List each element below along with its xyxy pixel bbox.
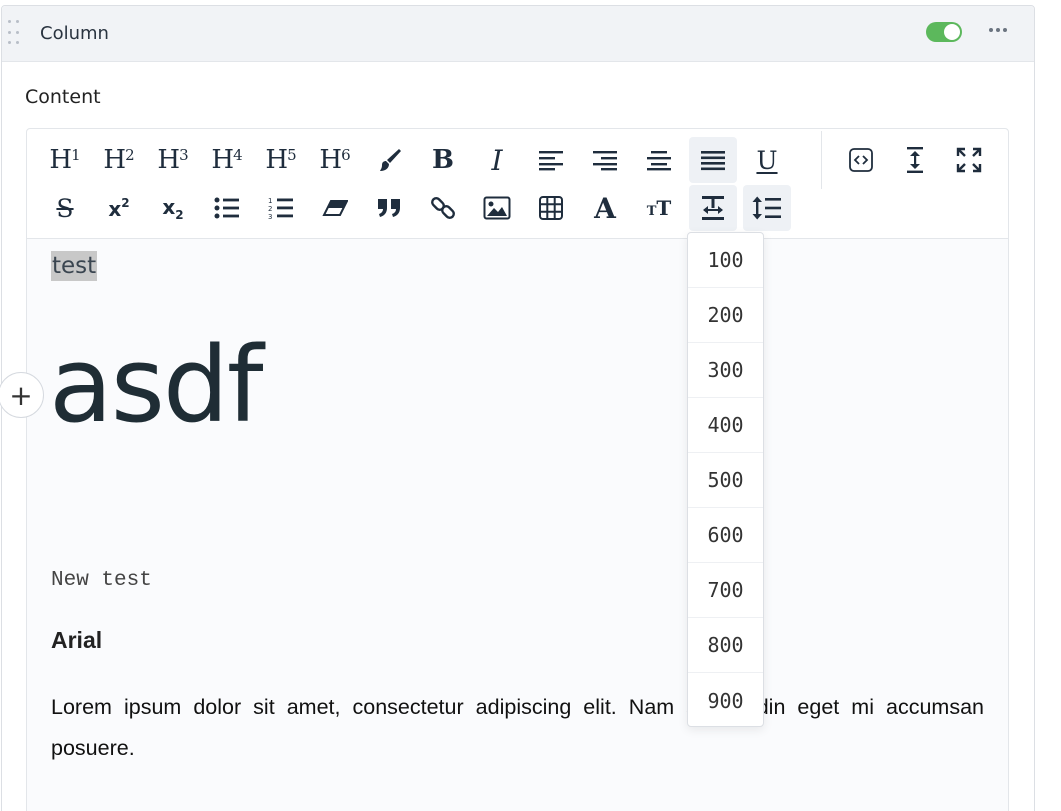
superscript-button[interactable]: x2 — [95, 185, 143, 231]
numbered-list-button[interactable]: 1 2 3 — [257, 185, 305, 231]
text-color-button[interactable] — [365, 137, 413, 183]
svg-text:2: 2 — [268, 205, 272, 213]
font-weight-icon — [702, 196, 724, 220]
superscript-icon: x2 — [108, 195, 130, 221]
font-weight-option[interactable]: 300 — [688, 343, 763, 398]
font-weight-option[interactable]: 100 — [688, 233, 763, 288]
svg-text:3: 3 — [268, 213, 272, 220]
panel-header: Column — [2, 6, 1034, 62]
strikethrough-icon: S — [56, 193, 74, 223]
align-center-button[interactable] — [635, 137, 683, 183]
font-weight-option[interactable]: 400 — [688, 398, 763, 453]
align-justify-icon — [701, 151, 725, 171]
heading-5-icon: H5 — [265, 145, 297, 175]
quote-icon — [378, 199, 400, 217]
underline-button[interactable]: U — [743, 137, 791, 183]
h6-button[interactable]: H6 — [311, 137, 359, 183]
heading-3-icon: H3 — [157, 145, 189, 175]
align-left-icon — [539, 151, 563, 171]
eraser-icon — [322, 200, 348, 216]
table-button[interactable] — [527, 185, 575, 231]
font-weight-option[interactable]: 600 — [688, 508, 763, 563]
drag-handle-icon[interactable] — [8, 20, 20, 48]
paint-brush-icon — [380, 149, 401, 171]
italic-icon: I — [491, 143, 503, 177]
h2-button[interactable]: H2 — [95, 137, 143, 183]
insert-block-button[interactable]: + — [0, 372, 44, 418]
rich-text-editor: H1 H2 H3 H4 H5 H6 B I U S x2 x2 1 2 3 A … — [26, 128, 1009, 811]
svg-text:1: 1 — [268, 197, 272, 205]
font-weight-button[interactable] — [689, 185, 737, 231]
source-code-button[interactable] — [837, 137, 885, 183]
h3-button[interactable]: H3 — [149, 137, 197, 183]
text-size-icon: TT — [646, 196, 672, 220]
italic-button[interactable]: I — [473, 137, 521, 183]
editor-toolbar: H1 H2 H3 H4 H5 H6 B I U S x2 x2 1 2 3 A … — [27, 129, 1008, 239]
monospace-text: New test — [51, 569, 152, 592]
code-icon — [849, 148, 873, 172]
heading-2-icon: H2 — [103, 145, 135, 175]
link-button[interactable] — [419, 185, 467, 231]
line-height-icon — [752, 196, 781, 220]
align-right-button[interactable] — [581, 137, 629, 183]
font-weight-option[interactable]: 200 — [688, 288, 763, 343]
font-size-button[interactable]: TT — [635, 185, 683, 231]
toolbar-divider — [821, 131, 822, 189]
strikethrough-button[interactable]: S — [41, 185, 89, 231]
heading-1-icon: H1 — [49, 145, 81, 175]
heading-4-icon: H4 — [211, 145, 243, 175]
font-weight-option[interactable]: 700 — [688, 563, 763, 618]
align-center-icon — [647, 151, 671, 171]
paragraph-text: Lorem ipsum dolor sit amet, consectetur … — [51, 695, 984, 760]
bullet-list-button[interactable] — [203, 185, 251, 231]
enable-toggle[interactable] — [926, 22, 962, 42]
h1-button[interactable]: H1 — [41, 137, 89, 183]
subscript-icon: x2 — [162, 194, 184, 222]
image-button[interactable] — [473, 185, 521, 231]
bold-button[interactable]: B — [419, 137, 467, 183]
clear-format-button[interactable] — [311, 185, 359, 231]
blockquote-button[interactable] — [365, 185, 413, 231]
table-icon — [539, 196, 563, 220]
align-right-icon — [593, 151, 617, 171]
heading-6-icon: H6 — [319, 145, 351, 175]
fullscreen-button[interactable] — [945, 137, 993, 183]
font-weight-option[interactable]: 900 — [688, 673, 763, 728]
font-weight-option[interactable]: 800 — [688, 618, 763, 673]
vertical-resize-icon — [907, 147, 923, 173]
arial-heading-text: Arial — [51, 627, 103, 653]
list-numbered-icon: 1 2 3 — [268, 197, 293, 220]
line-height-button[interactable] — [743, 185, 791, 231]
expand-icon — [956, 147, 982, 173]
highlighted-text: test — [51, 251, 98, 281]
underline-icon: U — [756, 145, 778, 175]
big-heading-text: asdf — [49, 324, 264, 446]
align-justify-button[interactable] — [689, 137, 737, 183]
font-weight-dropdown: 100 200 300 400 500 600 700 800 900 — [687, 232, 764, 727]
subscript-button[interactable]: x2 — [149, 185, 197, 231]
auto-height-button[interactable] — [891, 137, 939, 183]
more-options-icon[interactable] — [987, 20, 1009, 40]
h4-button[interactable]: H4 — [203, 137, 251, 183]
content-field-label: Content — [25, 86, 101, 108]
bold-icon: B — [432, 145, 454, 175]
image-icon — [483, 196, 511, 220]
align-left-button[interactable] — [527, 137, 575, 183]
link-icon — [431, 197, 455, 219]
h5-button[interactable]: H5 — [257, 137, 305, 183]
panel-title: Column — [40, 23, 109, 44]
font-icon: A — [594, 191, 616, 225]
font-weight-option[interactable]: 500 — [688, 453, 763, 508]
font-family-button[interactable]: A — [581, 185, 629, 231]
list-bullet-icon — [214, 197, 239, 219]
